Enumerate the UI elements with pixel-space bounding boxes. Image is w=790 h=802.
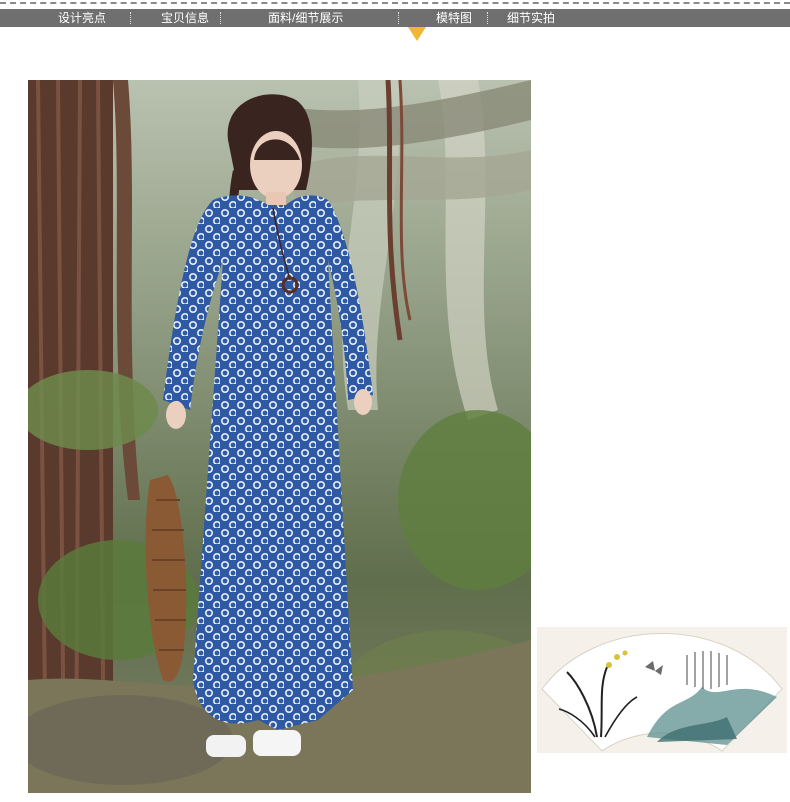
nav-item-model-photos[interactable]: 模特图 (436, 9, 472, 27)
nav-item-product-info[interactable]: 宝贝信息 (161, 9, 209, 27)
active-section-marker-icon (408, 27, 426, 41)
nav-item-detail-photos[interactable]: 细节实拍 (507, 9, 555, 27)
nav-separator (487, 12, 488, 24)
fan-painting (537, 627, 787, 753)
nav-item-fabric-details[interactable]: 面料/细节展示 (268, 9, 343, 27)
top-dashed-border (0, 2, 790, 4)
folding-fan-painting-icon (541, 633, 783, 752)
nav-item-design-highlights[interactable]: 设计亮点 (58, 9, 106, 27)
nav-separator (398, 12, 399, 24)
model-photo (28, 80, 531, 793)
nav-separator (220, 12, 221, 24)
nav-separator (130, 12, 131, 24)
section-nav-bar: 设计亮点 宝贝信息 面料/细节展示 模特图 细节实拍 (0, 9, 790, 27)
